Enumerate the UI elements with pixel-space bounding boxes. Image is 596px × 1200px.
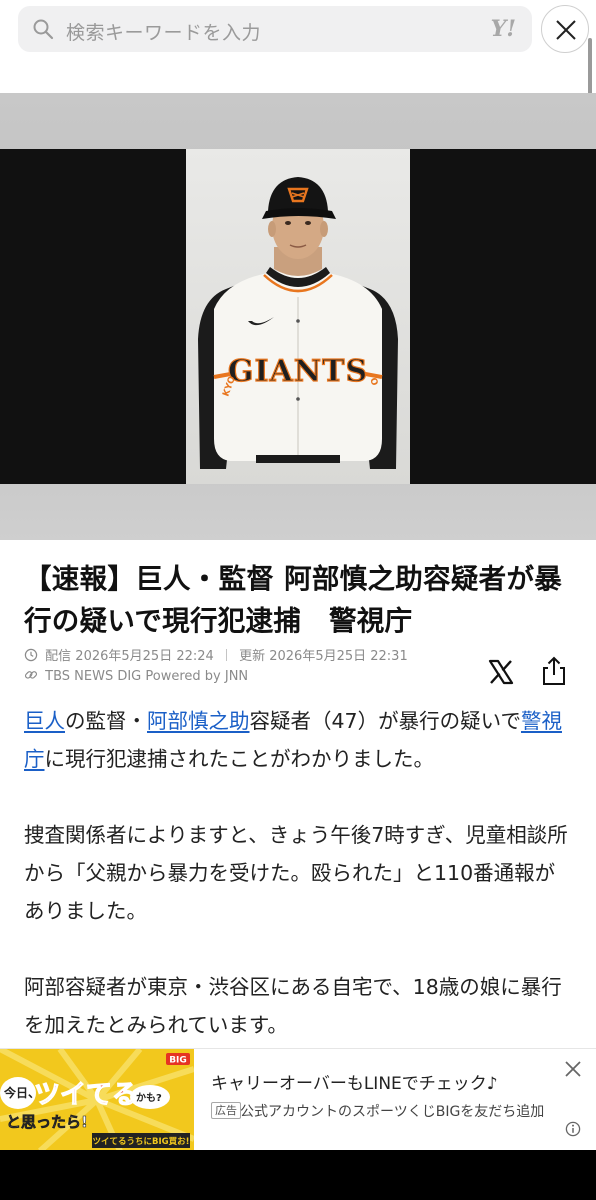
scrollbar[interactable] <box>588 38 592 100</box>
x-logo-icon[interactable] <box>487 658 515 686</box>
ad-line-2: ツイてる <box>34 1080 138 1110</box>
article-body: 巨人の監督・阿部慎之助容疑者（47）が暴行の疑いで警視庁に現行犯逮捕されたことが… <box>24 702 574 1082</box>
hero-image: GIANTS KYO O <box>0 93 596 540</box>
ad-close-icon[interactable] <box>563 1059 583 1079</box>
search-input[interactable]: 検索キーワードを入力 Y! <box>18 6 532 52</box>
ad-illustration: BIG 今日、 ツイてる かも? と思ったら! ツイてるうちにBIG買お! <box>0 1049 194 1151</box>
ad-line-3: かも? <box>136 1092 162 1104</box>
article-source[interactable]: TBS NEWS DIG Powered by JNN <box>24 668 248 684</box>
ad-big-label: BIG <box>169 1056 187 1066</box>
search-placeholder: 検索キーワードを入力 <box>66 22 262 44</box>
paragraph-text: に現行犯逮捕されたことがわかりました。 <box>44 747 435 771</box>
link-abe[interactable]: 阿部慎之助 <box>147 709 250 733</box>
ad-label: 広告 <box>211 1102 241 1119</box>
search-icon <box>33 19 54 40</box>
link-icon <box>24 671 38 679</box>
share-icon[interactable] <box>541 656 567 686</box>
clock-icon <box>24 648 38 662</box>
jersey-lettering: GIANTS <box>228 354 368 389</box>
article-paragraph-1: 巨人の監督・阿部慎之助容疑者（47）が暴行の疑いで警視庁に現行犯逮捕されたことが… <box>24 702 574 778</box>
meta-divider <box>225 649 227 661</box>
close-button[interactable] <box>541 5 589 53</box>
ad-description[interactable]: 公式アカウントのスポーツくじBIGを友だち追加 <box>240 1100 558 1124</box>
player-illustration: GIANTS KYO O <box>198 177 398 469</box>
article-headline: 【速報】巨人・監督 阿部慎之助容疑者が暴行の疑いで現行犯逮捕 警視庁 <box>24 563 563 637</box>
updated-time: 2026年5月25日 22:31 <box>269 649 408 664</box>
updated-label: 更新 <box>239 649 266 664</box>
ad-title[interactable]: キャリーオーバーもLINEでチェック♪ <box>211 1069 498 1094</box>
player-photo: GIANTS KYO O <box>186 149 410 484</box>
yahoo-logo: Y! <box>490 16 516 42</box>
bottom-bar <box>0 1150 596 1200</box>
article-paragraph-3: 阿部容疑者が東京・渋谷区にある自宅で、18歳の娘に暴行を加えたとみられています。 <box>24 975 562 1037</box>
ad-image[interactable]: BIG 今日、 ツイてる かも? と思ったら! ツイてるうちにBIG買お! <box>0 1049 194 1151</box>
paragraph-text: の監督・ <box>65 709 147 733</box>
ad-line-4: と思ったら! <box>6 1113 88 1131</box>
paragraph-text: 容疑者（47）が暴行の疑いで <box>249 709 521 733</box>
ad-tagline: ツイてるうちにBIG買お! <box>93 1136 190 1147</box>
ad-banner[interactable]: BIG 今日、 ツイてる かも? と思ったら! ツイてるうちにBIG買お! キャ… <box>0 1048 596 1151</box>
close-icon <box>556 20 576 40</box>
article-paragraph-2: 捜査関係者によりますと、きょう午後7時すぎ、児童相談所から「父親から暴力を受けた… <box>24 823 568 923</box>
published-label: 配信 <box>45 649 72 664</box>
article-meta-dates: 配信 2026年5月25日 22:24 更新 2026年5月25日 22:31 <box>24 645 408 664</box>
link-giants[interactable]: 巨人 <box>24 709 65 733</box>
published-time: 2026年5月25日 22:24 <box>75 649 214 664</box>
info-icon[interactable] <box>565 1121 581 1137</box>
top-bar: 検索キーワードを入力 Y! <box>0 0 596 60</box>
source-name: TBS NEWS DIG Powered by JNN <box>45 669 249 684</box>
